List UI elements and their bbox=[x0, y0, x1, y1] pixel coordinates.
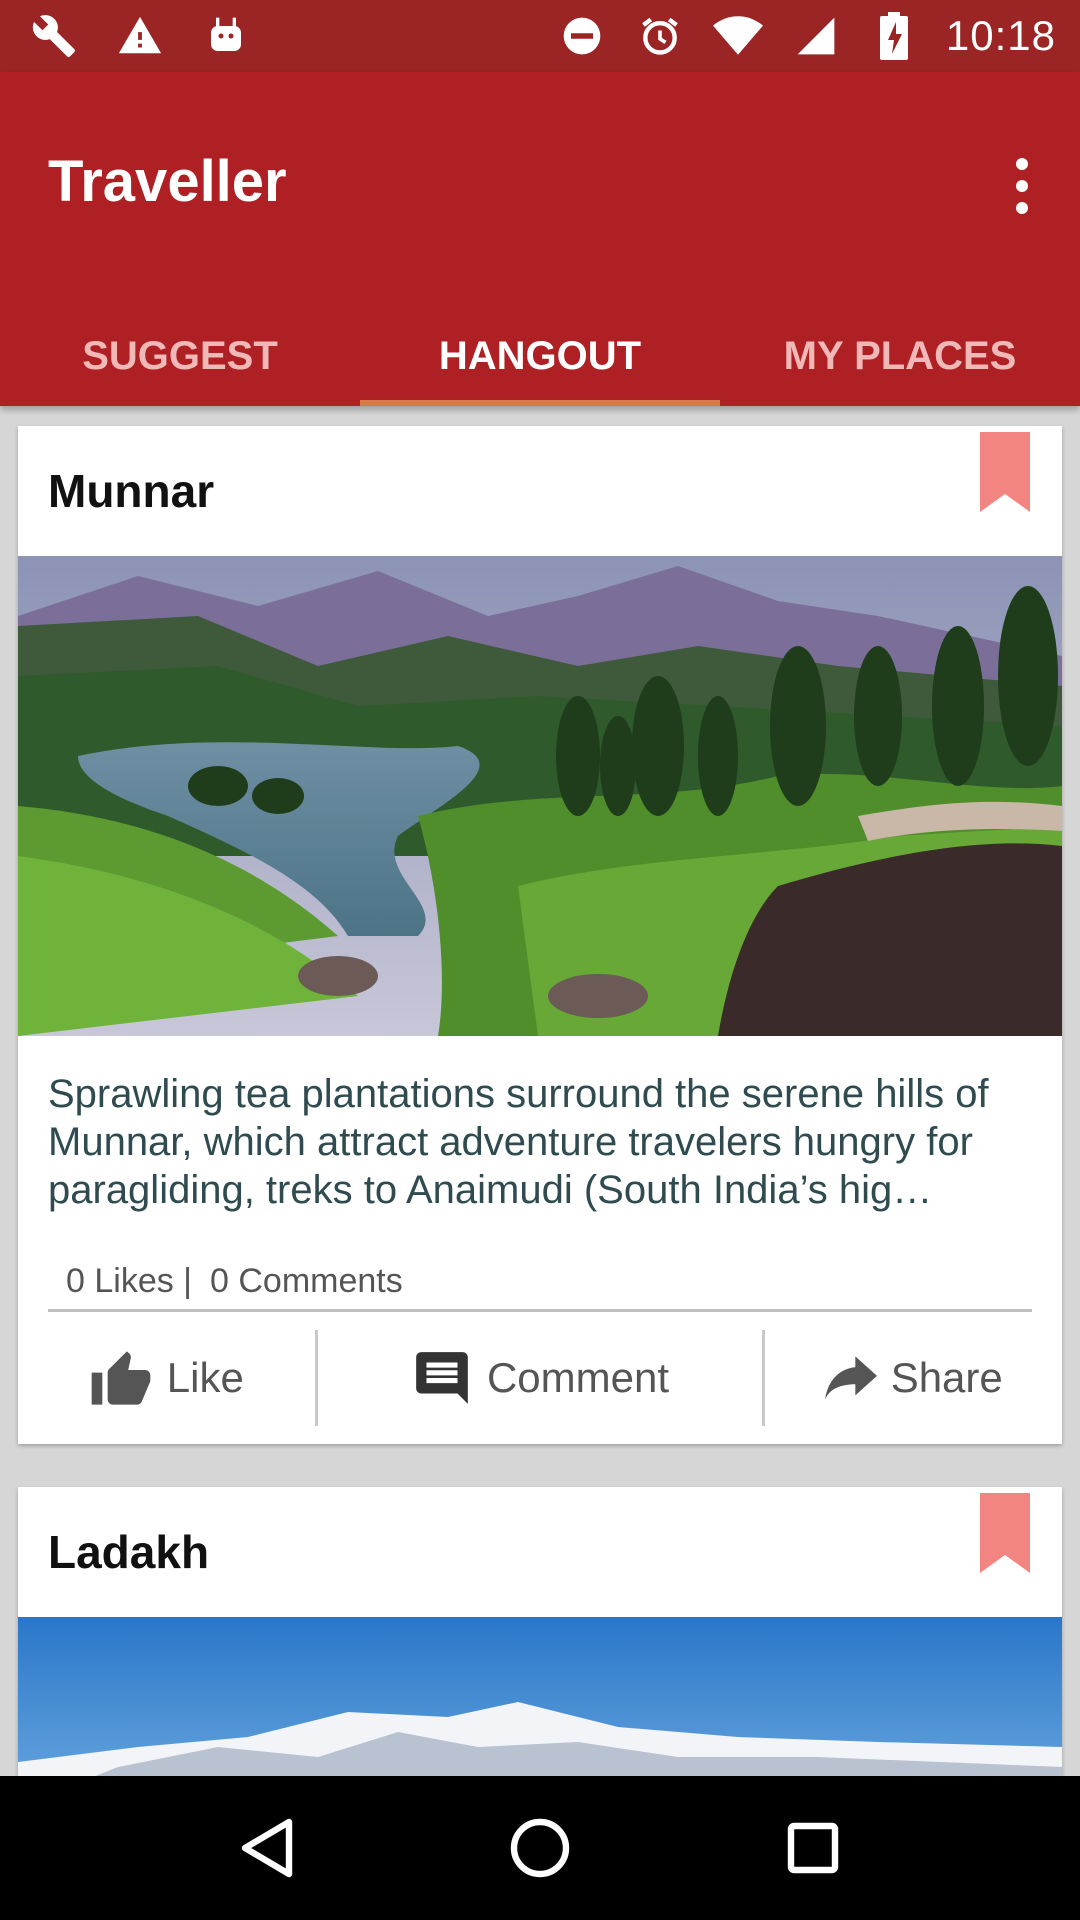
share-label: Share bbox=[890, 1354, 1003, 1401]
card-title: Munnar bbox=[48, 465, 215, 517]
tab-my-places[interactable]: MY PLACES bbox=[720, 306, 1080, 406]
like-button[interactable]: Like bbox=[18, 1330, 315, 1426]
place-card: Munnar Sprawling tea plantations surroun… bbox=[18, 426, 1062, 1444]
comment-label: Comment bbox=[486, 1354, 670, 1401]
comment-button[interactable]: Comment bbox=[314, 1330, 766, 1426]
tab-bar: SUGGEST HANGOUT MY PLACES bbox=[0, 306, 1080, 406]
tab-suggest[interactable]: SUGGEST bbox=[0, 306, 360, 406]
wrench-icon bbox=[28, 10, 80, 62]
back-icon bbox=[241, 1818, 292, 1878]
more-vert-icon bbox=[1016, 158, 1028, 170]
place-card: Ladakh bbox=[18, 1487, 1062, 1807]
comments-count: 0 Comments bbox=[210, 1262, 403, 1300]
share-button[interactable]: Share bbox=[765, 1330, 1062, 1426]
android-icon bbox=[200, 10, 252, 62]
tab-hangout[interactable]: HANGOUT bbox=[360, 306, 720, 406]
likes-count: 0 Likes | bbox=[66, 1262, 193, 1300]
app-title: Traveller bbox=[48, 149, 287, 214]
navigation-bar bbox=[0, 1776, 1080, 1920]
status-bar: 10:18 bbox=[0, 0, 1080, 72]
do-not-disturb-icon bbox=[556, 10, 608, 62]
warning-icon bbox=[114, 10, 166, 62]
more-vert-icon-dot bbox=[1016, 202, 1028, 214]
card-header: Ladakh bbox=[18, 1487, 1062, 1617]
share-icon bbox=[824, 1356, 877, 1400]
home-icon bbox=[510, 1818, 570, 1878]
alarm-icon bbox=[634, 10, 686, 62]
more-vert-icon-dot bbox=[1016, 180, 1028, 192]
recents-button[interactable] bbox=[773, 1808, 853, 1888]
tea-plantation-landscape bbox=[18, 556, 1062, 1036]
card-image bbox=[18, 556, 1062, 1036]
recents-icon bbox=[788, 1822, 839, 1874]
thumb-up-icon bbox=[91, 1351, 151, 1405]
back-button[interactable] bbox=[227, 1808, 307, 1888]
card-stats: 0 Likes | 0 Comments bbox=[48, 1254, 1032, 1312]
card-title: Ladakh bbox=[48, 1526, 210, 1578]
home-button[interactable] bbox=[500, 1808, 580, 1888]
app-bar: Traveller SUGGEST HANGOUT MY PLACES bbox=[0, 72, 1080, 406]
bookmark-icon[interactable] bbox=[978, 1493, 1032, 1573]
battery-charging-icon bbox=[868, 10, 920, 62]
like-label: Like bbox=[166, 1354, 244, 1401]
signal-icon bbox=[790, 10, 842, 62]
card-header: Munnar bbox=[18, 426, 1062, 556]
overflow-menu-button[interactable] bbox=[994, 150, 1050, 222]
card-actions: Like Comment Share bbox=[18, 1312, 1062, 1444]
comment-icon bbox=[416, 1352, 468, 1404]
wifi-icon bbox=[712, 10, 764, 62]
bookmark-icon[interactable] bbox=[978, 432, 1032, 512]
app-screen: 10:18 Traveller SUGGEST HANGOUT MY PLACE… bbox=[0, 0, 1080, 1920]
clock-time: 10:18 bbox=[945, 12, 1056, 59]
card-description: Sprawling tea plantations surround the s… bbox=[48, 1072, 989, 1212]
